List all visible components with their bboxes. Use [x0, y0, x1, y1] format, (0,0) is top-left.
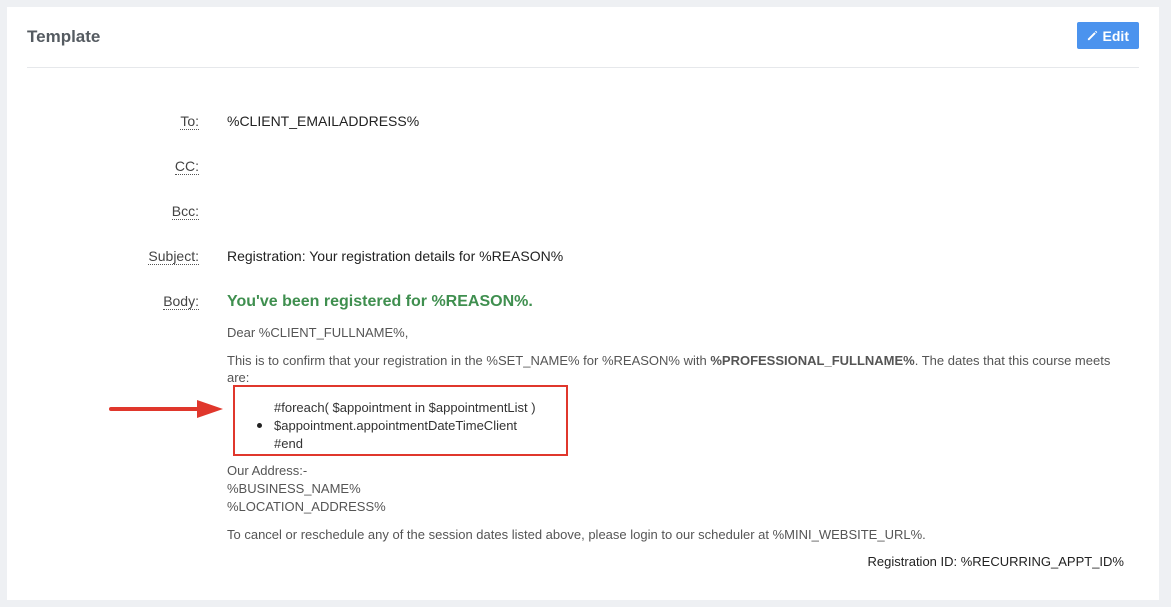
edit-button[interactable]: Edit [1076, 22, 1139, 49]
registration-id: Registration ID: %RECURRING_APPT_ID% [867, 554, 1124, 569]
confirm-text-start: This is to confirm that your registratio… [227, 353, 711, 368]
pencil-icon [1087, 30, 1098, 41]
cancel-paragraph: To cancel or reschedule any of the sessi… [227, 527, 926, 542]
body-heading: You've been registered for %REASON%. [227, 293, 533, 310]
foreach-end: #end [274, 436, 303, 451]
business-name: %BUSINESS_NAME% [227, 481, 361, 496]
body-confirm-paragraph: This is to confirm that your registratio… [227, 352, 1127, 386]
subject-label: Subject: [148, 248, 199, 265]
template-panel: Template Edit To: %CLIENT_EMAILADDRESS% … [7, 7, 1159, 600]
page-title: Template [27, 27, 101, 46]
arrow-right-icon [109, 397, 229, 426]
foreach-item: $appointment.appointmentDateTimeClient [274, 418, 518, 433]
bcc-label: Bcc: [171, 203, 199, 220]
edit-button-label: Edit [1102, 27, 1129, 44]
to-value: %CLIENT_EMAILADDRESS% [227, 113, 420, 129]
foreach-start: #foreach( $appointment in $appointmentLi… [274, 400, 536, 415]
foreach-highlight-box: #foreach( $appointment in $appointmentLi… [233, 385, 568, 456]
cc-label: CC: [174, 158, 199, 175]
location-address: %LOCATION_ADDRESS% [227, 499, 386, 514]
body-greeting: Dear %CLIENT_FULLNAME%, [227, 325, 409, 340]
address-label: Our Address:- [227, 463, 308, 478]
panel-header: Template Edit [27, 7, 1139, 68]
body-label: Body: [163, 293, 199, 310]
list-bullet [257, 423, 262, 428]
subject-value: Registration: Your registration details … [227, 248, 564, 264]
professional-name: %PROFESSIONAL_FULLNAME% [710, 353, 915, 368]
to-label: To: [180, 113, 199, 130]
